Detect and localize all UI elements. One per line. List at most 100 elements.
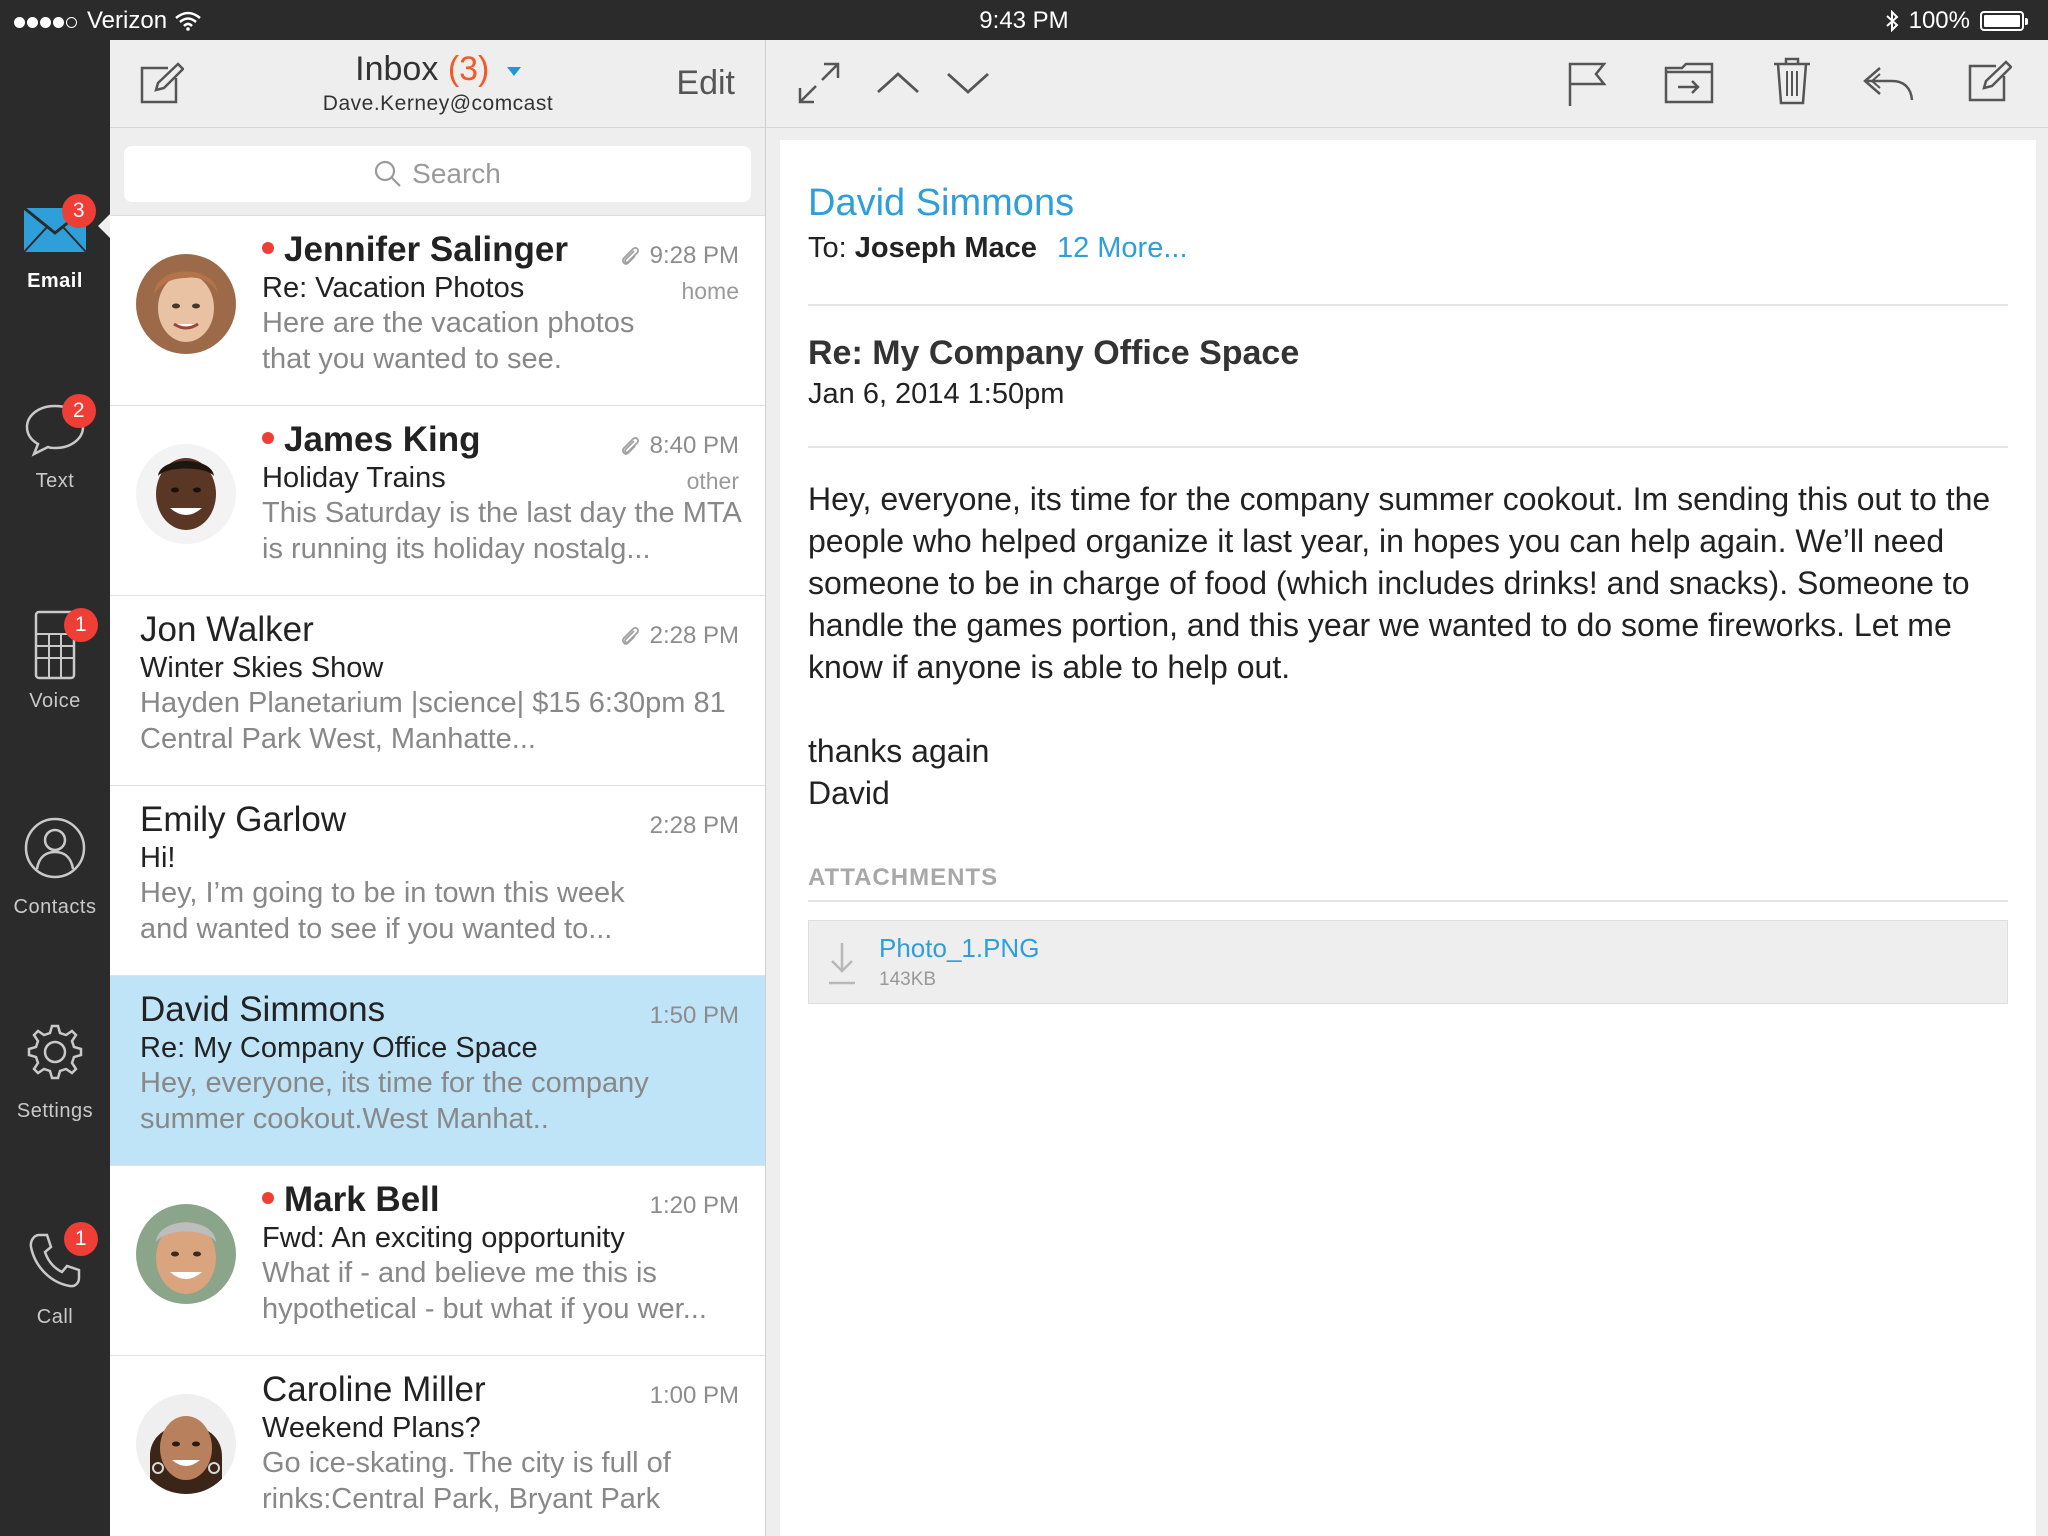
message-time-text: 1:00 PM	[649, 1382, 739, 1409]
message-time-text: 1:50 PM	[649, 1002, 739, 1029]
chevron-up-icon	[877, 72, 919, 94]
inbox-unread-count: (3)	[447, 50, 490, 88]
avatar	[136, 1394, 236, 1494]
avatar	[136, 254, 236, 354]
nav-call-label: Call	[36, 1306, 74, 1328]
message-time-text: 2:28 PM	[649, 622, 739, 649]
app-root: Verizon 9:43 PM 100% 3 Email 2 Text 1 Vo…	[0, 0, 2048, 1536]
chevron-down-icon	[947, 72, 989, 94]
search-input[interactable]: Search	[124, 146, 751, 202]
status-bar: Verizon 9:43 PM 100%	[0, 0, 2048, 40]
unread-dot-icon	[262, 241, 274, 254]
message-time: 1:00 PM	[650, 1382, 739, 1410]
trash-icon	[1774, 57, 1810, 105]
avatar	[136, 1204, 236, 1304]
message-row[interactable]: Caroline Miller Weekend Plans? Go ice-sk…	[110, 1356, 765, 1536]
message-row[interactable]: Mark Bell Fwd: An exciting opportunity W…	[110, 1166, 765, 1356]
nav-settings[interactable]: Settings	[0, 1004, 110, 1123]
gear-icon	[27, 1024, 83, 1080]
nav-voice[interactable]: 1 Voice	[0, 600, 110, 713]
compose-icon	[1968, 60, 2013, 102]
text-badge: 2	[62, 394, 96, 428]
expand-icon	[798, 62, 840, 104]
message-time-text: 9:28 PM	[649, 242, 739, 269]
message-row[interactable]: Emily Garlow Hi! Hey, I’m going to be in…	[110, 786, 765, 976]
message-recipients: To: Joseph Mace 12 More...	[808, 232, 1188, 265]
nav-text[interactable]: 2 Text	[0, 390, 110, 493]
message-date: Jan 6, 2014 1:50pm	[808, 378, 1065, 410]
message-preview: Here are the vacation photos that you wa…	[262, 307, 635, 375]
search-icon	[375, 160, 401, 187]
body-signature: David	[808, 775, 890, 811]
message-preview: Hey, everyone, its time for the company …	[140, 1067, 649, 1135]
next-message-button[interactable]	[946, 70, 990, 101]
reply-button[interactable]	[1862, 64, 1914, 107]
compose-button[interactable]	[1966, 60, 2013, 109]
body-closing: thanks again	[808, 733, 990, 769]
message-preview: This Saturday is the last day the MTA is…	[262, 497, 741, 565]
message-subject: Fwd: An exciting opportunity	[262, 1222, 625, 1254]
message-folder: other	[686, 468, 739, 494]
attachment-size: 143KB	[879, 969, 937, 990]
list-toolbar: Inbox (3) Dave.Kerney@comcast Edit	[110, 40, 765, 128]
unread-dot-icon	[262, 431, 274, 444]
nav-contacts-label: Contacts	[13, 896, 97, 918]
message-time: 8:40 PM	[618, 432, 739, 460]
nav-contacts[interactable]: Contacts	[0, 800, 110, 919]
voice-badge: 1	[64, 608, 98, 642]
message-preview: Hey, I’m going to be in town this week a…	[140, 877, 625, 945]
body-paragraph: Hey, everyone, its time for the company …	[808, 481, 1991, 685]
message-time: 2:28 PM	[618, 622, 739, 650]
inbox-folder-picker[interactable]: Inbox (3)	[110, 50, 765, 89]
inbox-title: Inbox	[355, 50, 439, 88]
message-row[interactable]: Jon Walker Winter Skies Show Hayden Plan…	[110, 596, 765, 786]
battery-percent: 100%	[1908, 7, 1970, 34]
attachment-item[interactable]: Photo_1.PNG 143KB	[808, 920, 2008, 1004]
expand-button[interactable]	[796, 60, 842, 111]
divider	[808, 304, 2008, 306]
previous-message-button[interactable]	[876, 70, 920, 101]
app-sidebar: 3 Email 2 Text 1 Voice Contacts Settings…	[0, 40, 110, 1536]
reply-icon	[1863, 67, 1914, 101]
unread-dot-icon	[262, 1191, 274, 1204]
message-row[interactable]: James King Holiday Trains This Saturday …	[110, 406, 765, 596]
to-name[interactable]: Joseph Mace	[855, 232, 1037, 264]
message-row-selected[interactable]: David Simmons Re: My Company Office Spac…	[110, 976, 765, 1166]
message-preview: What if - and believe me this is hypothe…	[262, 1257, 707, 1325]
message-detail-pane: David Simmons To: Joseph Mace 12 More...…	[766, 40, 2048, 1536]
message-time: 1:50 PM	[650, 1002, 739, 1030]
message-time-text: 2:28 PM	[649, 812, 739, 839]
person-icon	[24, 817, 86, 879]
message-subject: Winter Skies Show	[140, 652, 384, 684]
search-bar: Search	[110, 128, 765, 216]
to-label: To:	[808, 232, 847, 264]
message-subject-heading: Re: My Company Office Space	[808, 334, 1300, 372]
more-recipients-link[interactable]: 12 More...	[1057, 232, 1188, 264]
message-subject: Holiday Trains	[262, 462, 446, 494]
attachment-name: Photo_1.PNG	[879, 933, 1040, 963]
message-from[interactable]: David Simmons	[808, 182, 1074, 225]
delete-button[interactable]	[1772, 56, 1812, 111]
divider	[808, 900, 2008, 902]
inbox-account: Dave.Kerney@comcast	[322, 92, 554, 115]
edit-button[interactable]: Edit	[676, 64, 735, 103]
nav-email[interactable]: 3 Email	[0, 190, 110, 293]
nav-call[interactable]: 1 Call	[0, 1216, 110, 1329]
message-row[interactable]: Jennifer Salinger Re: Vacation Photos He…	[110, 216, 765, 406]
paperclip-icon	[621, 627, 639, 645]
message-time: 9:28 PM	[618, 242, 739, 270]
chevron-down-icon	[506, 66, 521, 76]
divider	[808, 446, 2008, 448]
message-body: Hey, everyone, its time for the company …	[808, 478, 1996, 814]
nav-email-label: Email	[27, 270, 83, 292]
sender-name: Jennifer Salinger	[284, 230, 568, 269]
battery-icon	[1980, 11, 2028, 31]
message-time: 2:28 PM	[650, 812, 739, 840]
message-content: David Simmons To: Joseph Mace 12 More...…	[780, 140, 2036, 1536]
move-to-folder-button[interactable]	[1664, 60, 1714, 109]
message-preview: Go ice-skating. The city is full of rink…	[262, 1447, 671, 1515]
message-list-pane: Inbox (3) Dave.Kerney@comcast Edit Searc…	[110, 40, 766, 1536]
email-badge: 3	[62, 194, 96, 228]
flag-icon	[1568, 62, 1607, 106]
flag-button[interactable]	[1566, 60, 1608, 113]
